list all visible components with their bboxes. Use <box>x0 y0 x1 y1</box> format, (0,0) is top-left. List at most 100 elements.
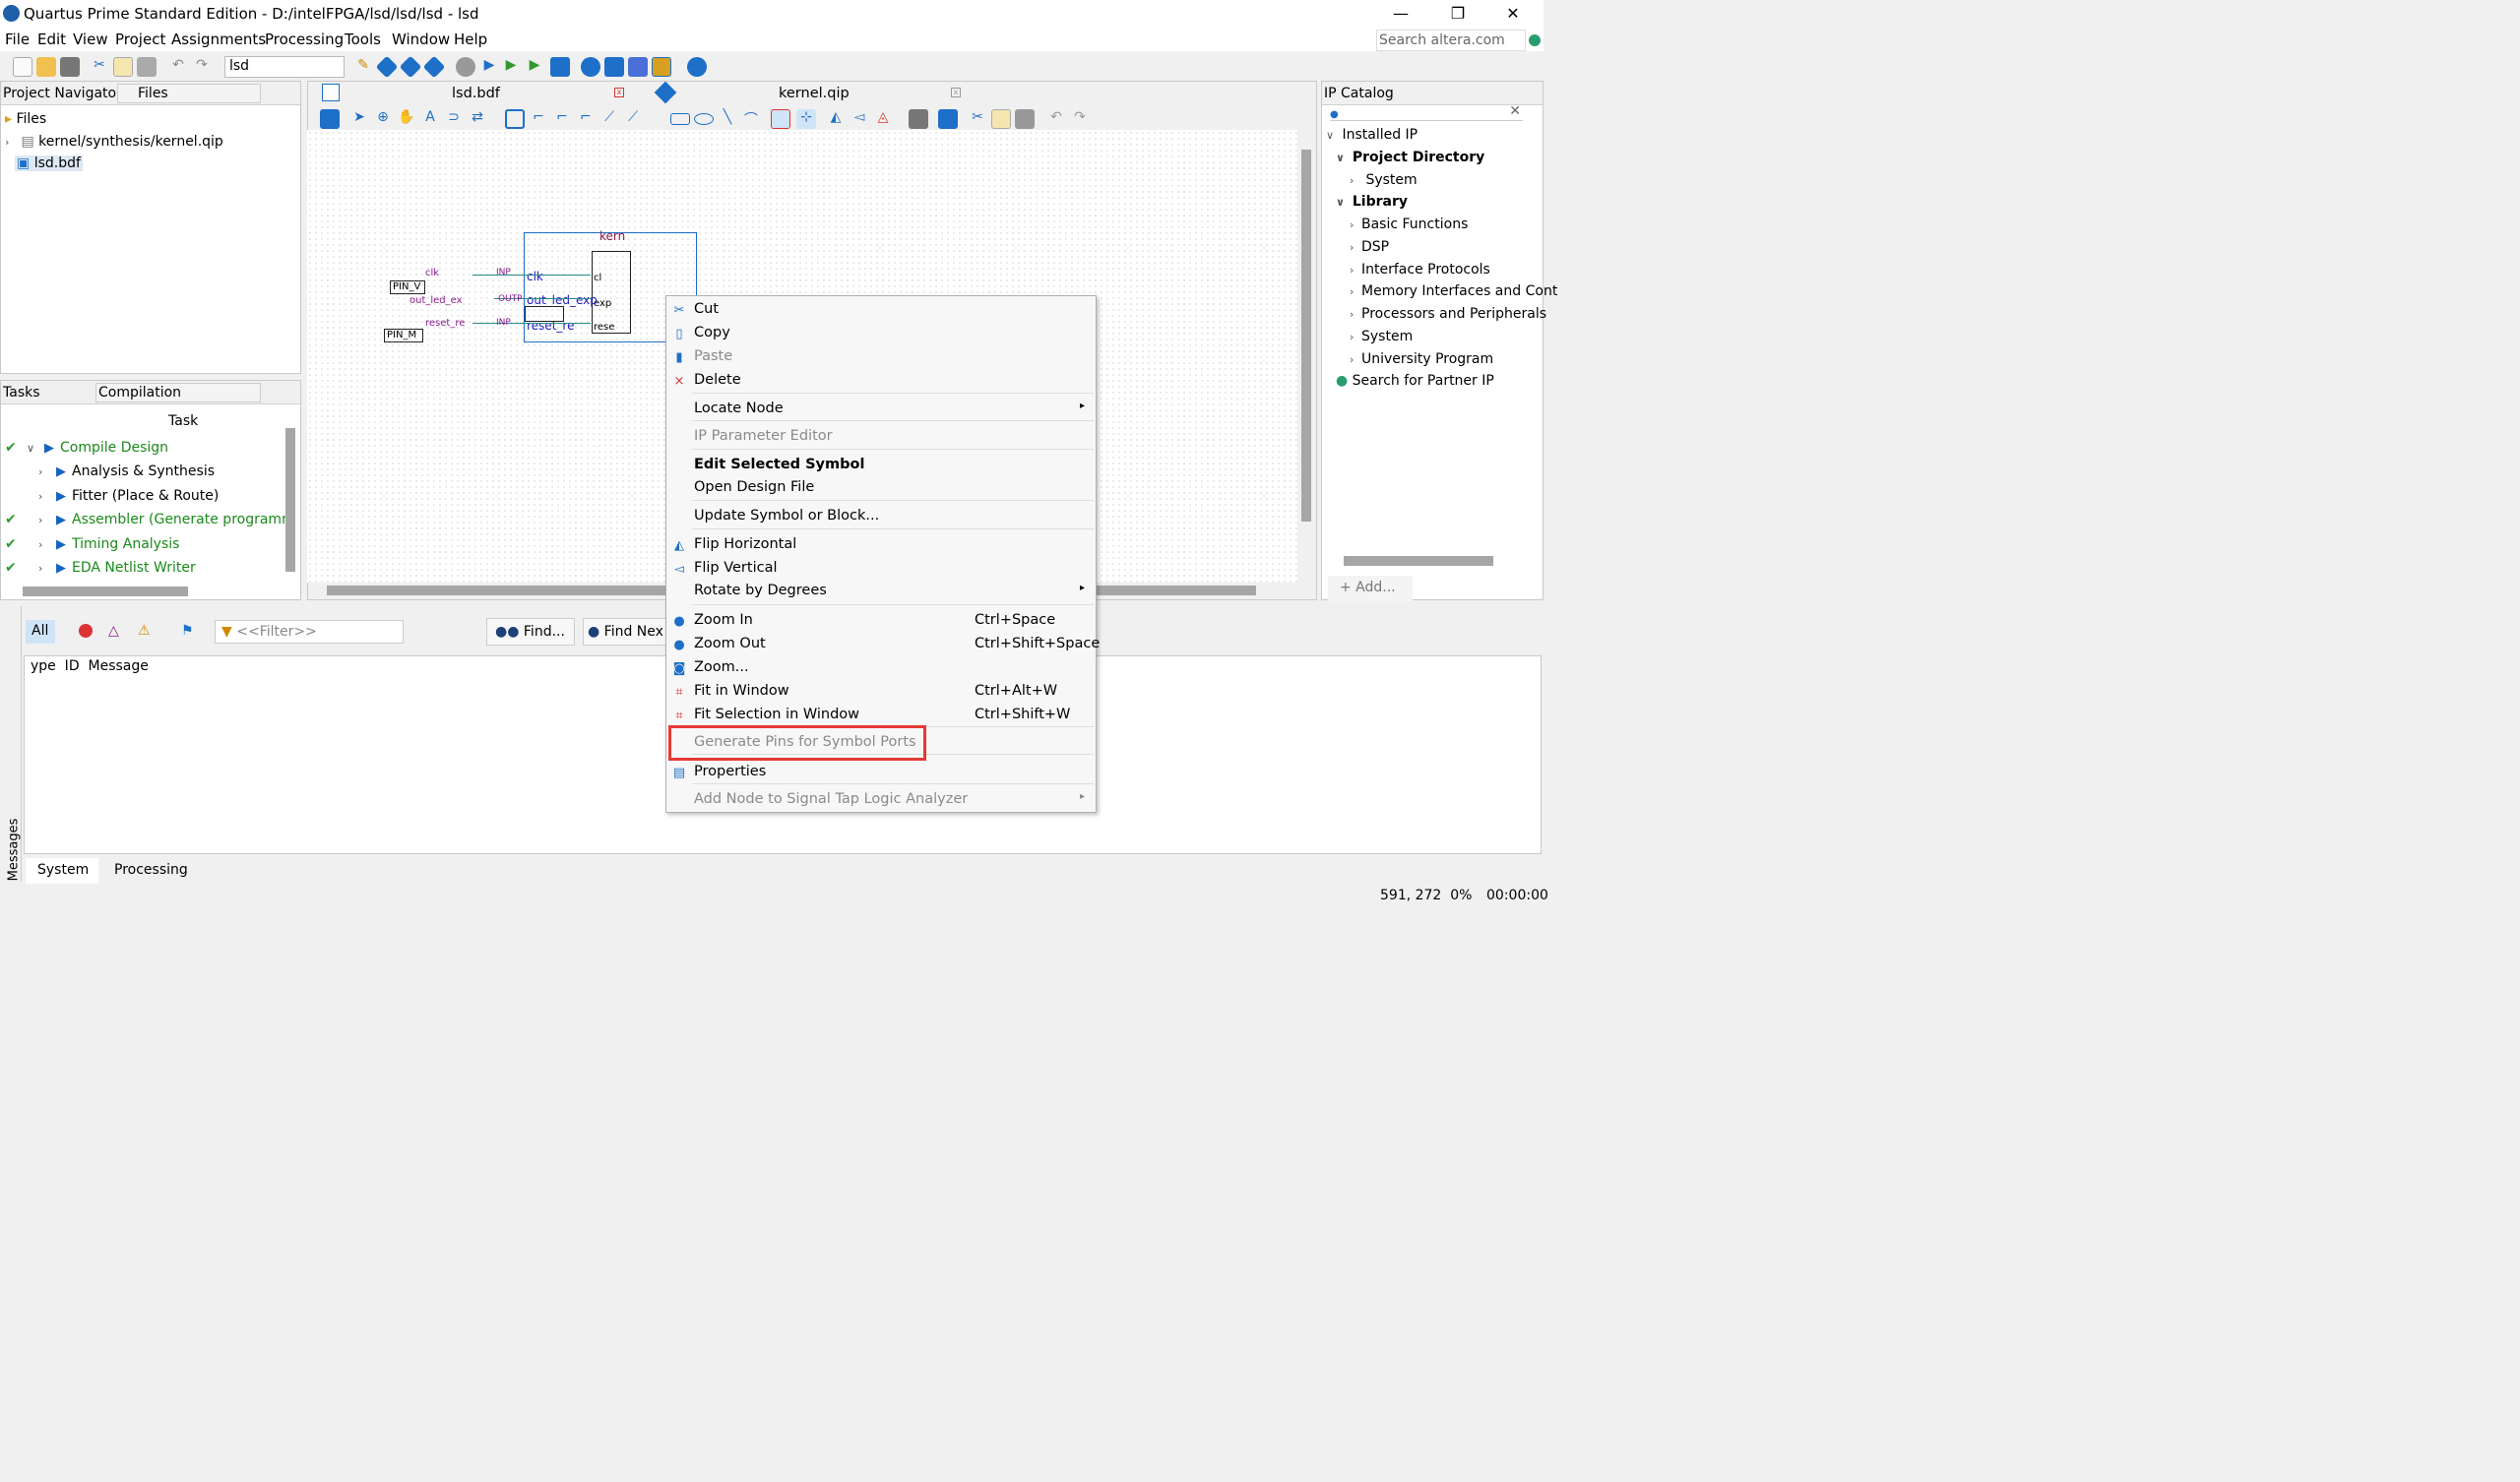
find-button[interactable]: ●● Find... <box>486 618 575 646</box>
context-menu-item[interactable]: Add Node to Signal Tap Logic Analyzer <box>694 791 968 807</box>
view-select[interactable]: Files <box>117 84 261 103</box>
menu-help[interactable]: Help <box>454 31 487 48</box>
chevron-down-icon[interactable]: ∨ <box>27 442 38 455</box>
canvas-vscroll[interactable] <box>1301 150 1311 522</box>
library-node[interactable]: ∨ Library <box>1336 194 1408 210</box>
open-folder-icon[interactable] <box>36 57 56 77</box>
revision-select[interactable]: lsd <box>224 56 345 78</box>
rotate-icon[interactable]: ◬ <box>873 109 893 129</box>
context-menu-item[interactable]: Delete <box>694 372 741 388</box>
ip-catalog-icon[interactable] <box>652 57 671 77</box>
rubberband-icon[interactable] <box>771 109 790 129</box>
tasks-hscroll[interactable] <box>23 587 188 596</box>
copy-editor-icon[interactable] <box>991 109 1011 129</box>
chevron-right-icon[interactable]: › <box>38 465 50 478</box>
play-icon[interactable]: ▶ <box>56 537 66 552</box>
menu-window[interactable]: Window <box>392 31 450 48</box>
close-tab-icon[interactable]: x <box>614 88 624 97</box>
context-menu-item[interactable]: Fit Selection in Window <box>694 707 859 722</box>
line-tool-icon[interactable]: ╲ <box>718 109 737 129</box>
task-row[interactable]: ✔ ∨ ▶ Compile Design <box>5 440 283 456</box>
chip-planner-icon[interactable] <box>628 57 648 77</box>
synthesis-icon[interactable] <box>399 55 422 79</box>
menu-edit[interactable]: Edit <box>37 31 66 48</box>
clear-search-icon[interactable]: ✕ <box>1509 103 1521 119</box>
diagonal-bus-icon[interactable]: ⟋ <box>623 109 643 129</box>
start-compile-icon[interactable]: ▶ <box>479 57 499 77</box>
pin-box-v[interactable]: PIN_V <box>390 280 425 294</box>
context-menu-item[interactable]: Update Symbol or Block... <box>694 508 879 524</box>
file-item-selected[interactable]: ▣ lsd.bdf <box>15 155 83 171</box>
project-system-node[interactable]: › System <box>1350 172 1418 188</box>
close-tab-icon[interactable]: x <box>951 88 961 97</box>
edit-icon[interactable]: ✎ <box>353 57 373 77</box>
library-item[interactable]: › System <box>1350 329 1413 344</box>
ip-search-input[interactable]: ● ✕ <box>1330 103 1523 121</box>
pin-box-m[interactable]: PIN_M <box>384 329 423 342</box>
library-item[interactable]: › Basic Functions <box>1350 216 1468 232</box>
critical-warning-filter-icon[interactable]: △ <box>108 623 119 639</box>
wire-tool-icon[interactable]: ⌐ <box>552 109 572 129</box>
library-item[interactable]: › Interface Protocols <box>1350 262 1490 278</box>
copy-icon[interactable] <box>113 57 133 77</box>
stop-icon[interactable] <box>456 57 475 77</box>
undo-icon[interactable]: ↶ <box>168 57 188 77</box>
zoom-tool-icon[interactable]: ⊕ <box>373 109 393 129</box>
text-tool-icon[interactable]: A <box>420 109 440 129</box>
warning-filter-icon[interactable]: ⚠ <box>138 623 151 639</box>
print-icon[interactable] <box>938 109 958 129</box>
play-icon[interactable]: ▶ <box>56 561 66 576</box>
tab-kernel-qip[interactable]: kernel.qip <box>779 86 850 101</box>
save-icon[interactable] <box>60 57 80 77</box>
tab-processing[interactable]: Processing <box>102 858 199 884</box>
save-editor-icon[interactable] <box>909 109 928 129</box>
menu-assignments[interactable]: Assignments <box>171 31 266 48</box>
tasks-vscroll[interactable] <box>285 428 295 572</box>
context-menu-item[interactable]: Cut <box>694 301 719 317</box>
file-item[interactable]: › ▤ kernel/synthesis/kernel.qip <box>5 134 223 150</box>
pin-tool-icon[interactable]: ⇄ <box>468 109 487 129</box>
new-file-icon[interactable] <box>13 57 32 77</box>
close-button[interactable]: ✕ <box>1490 0 1536 28</box>
task-row[interactable]: ✔ › ▶ Assembler (Generate programm <box>5 512 295 527</box>
context-menu-item[interactable]: Zoom Out <box>694 636 766 651</box>
task-row[interactable]: ✔ › ▶ Timing Analysis <box>5 536 283 552</box>
error-filter-icon[interactable] <box>79 624 93 638</box>
analysis-icon[interactable] <box>375 55 399 79</box>
context-menu-item[interactable]: Properties <box>694 764 766 779</box>
redo-editor-icon[interactable]: ↷ <box>1070 109 1090 129</box>
context-menu-item[interactable]: Zoom... <box>694 659 749 675</box>
play-icon[interactable]: ▶ <box>56 489 66 504</box>
flip-vertical-icon[interactable]: ◅ <box>850 109 869 129</box>
select-tool-icon[interactable]: ➤ <box>349 109 369 129</box>
add-ip-button[interactable]: + Add... <box>1328 576 1413 601</box>
diagonal-tool-icon[interactable]: ⟋ <box>599 109 619 129</box>
chevron-right-icon[interactable]: › <box>38 514 50 526</box>
context-menu-item[interactable]: Locate Node <box>694 401 784 416</box>
flow-select[interactable]: Compilation <box>95 383 261 402</box>
menu-tools[interactable]: Tools <box>345 31 381 48</box>
flip-horizontal-icon[interactable]: ◭ <box>826 109 846 129</box>
installed-ip-node[interactable]: ∨ Installed IP <box>1326 127 1418 143</box>
symbol-tool-icon[interactable]: ⊃ <box>444 109 464 129</box>
arc-tool-icon[interactable]: ⌒ <box>741 109 761 129</box>
chevron-right-icon[interactable]: › <box>38 562 50 575</box>
cut-editor-icon[interactable]: ✂ <box>968 109 987 129</box>
context-menu-item[interactable]: Open Design File <box>694 479 814 495</box>
minimize-button[interactable]: — <box>1378 0 1423 28</box>
programmer-icon[interactable] <box>550 57 570 77</box>
search-input[interactable]: Search altera.com <box>1376 30 1526 51</box>
ellipse-tool-icon[interactable] <box>694 113 714 125</box>
menu-processing[interactable]: Processing <box>265 31 344 48</box>
tab-lsd-bdf[interactable]: lsd.bdf <box>452 86 500 101</box>
task-row[interactable]: › ▶ Analysis & Synthesis <box>5 463 283 479</box>
redo-icon[interactable]: ↷ <box>192 57 212 77</box>
filter-all-button[interactable]: All <box>26 620 55 644</box>
fitter-icon[interactable] <box>422 55 446 79</box>
context-menu-item[interactable]: Paste <box>694 348 732 364</box>
ip-hscroll[interactable] <box>1344 556 1493 566</box>
paste-editor-icon[interactable] <box>1015 109 1035 129</box>
partial-line-icon[interactable]: ⊹ <box>796 109 816 129</box>
cut-icon[interactable]: ✂ <box>90 57 109 77</box>
library-item[interactable]: › Memory Interfaces and Cont <box>1350 283 1557 299</box>
